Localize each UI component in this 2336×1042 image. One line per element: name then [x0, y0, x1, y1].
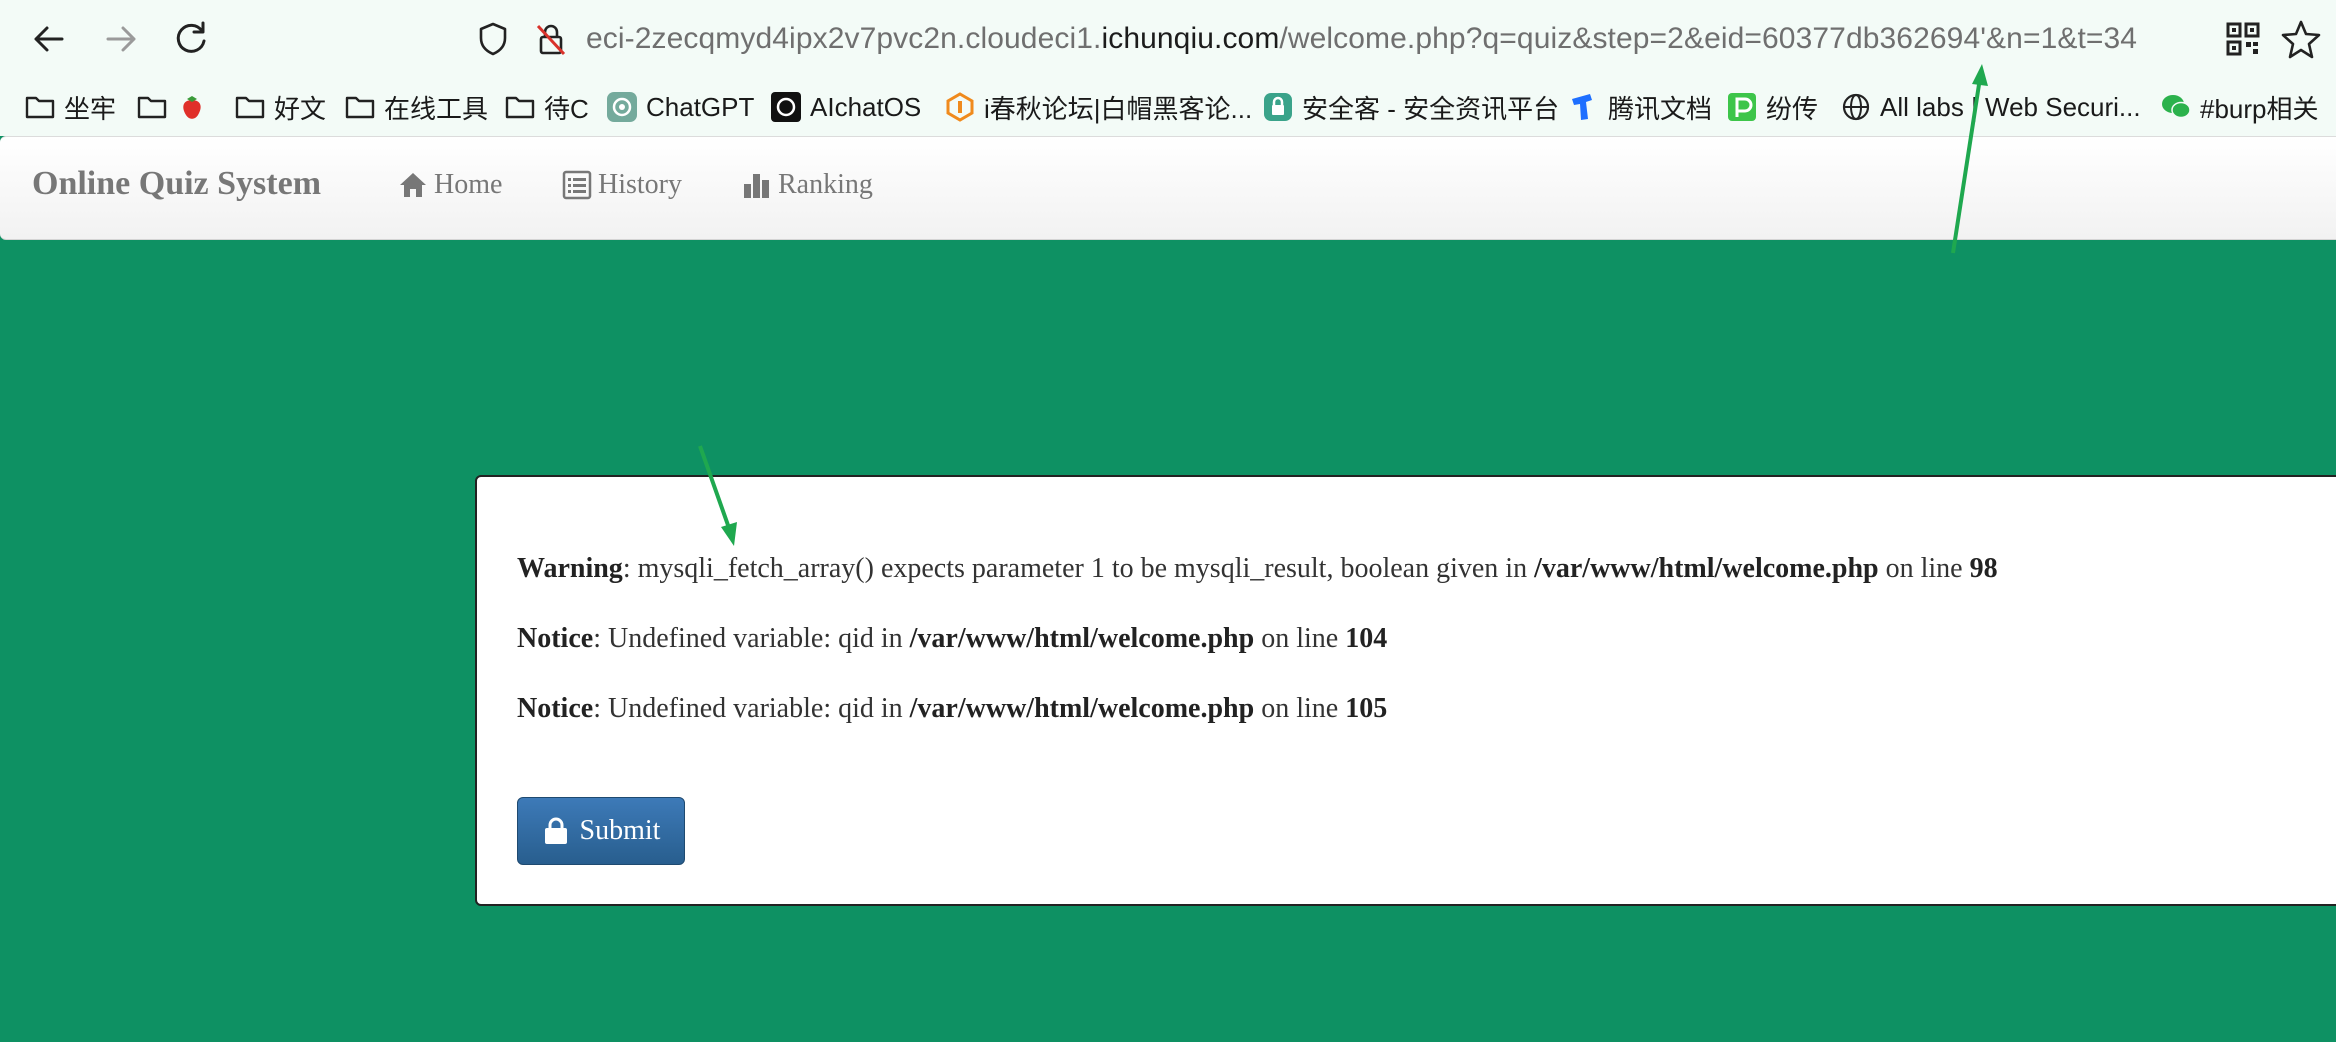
- message-line-number: 104: [1345, 623, 1388, 654]
- url-domain: ichunqiu.com: [1101, 22, 1280, 55]
- bookmarks-bar: 坐牢 好文 在线工具 待C ChatGPT AIchatOS i春秋论坛|白帽黑…: [0, 78, 2336, 136]
- bookmark-label: 在线工具: [384, 93, 489, 124]
- message-text: : mysqli_fetch_array() expects parameter…: [622, 553, 1535, 584]
- bookmark-label: 纷传: [1766, 93, 1819, 124]
- forward-button[interactable]: [96, 14, 146, 64]
- bookmark-label: ChatGPT: [646, 91, 755, 122]
- strawberry-icon: [176, 91, 208, 123]
- back-button[interactable]: [24, 14, 74, 64]
- message-on-line: on line: [1254, 693, 1346, 724]
- site-brand[interactable]: Online Quiz System: [32, 165, 321, 203]
- bookmark-anquanke[interactable]: 安全客 - 安全资讯平台: [1262, 86, 1559, 128]
- message-file: /var/www/html/welcome.php: [909, 623, 1255, 654]
- url-prefix: eci-2zecqmyd4ipx2v7pvc2n.cloudeci1.: [586, 22, 1102, 55]
- qr-code-icon[interactable]: [2226, 22, 2260, 56]
- insecure-lock-icon[interactable]: [532, 20, 570, 58]
- php-warning-message: Warning: mysqli_fetch_array() expects pa…: [517, 553, 1998, 585]
- bookmark-folder-haowen[interactable]: 好文: [234, 86, 326, 128]
- bookmark-folder-online-tools[interactable]: 在线工具: [344, 86, 488, 128]
- message-line-number: 98: [1969, 553, 1998, 584]
- home-icon: [400, 173, 426, 197]
- message-level: Notice: [517, 693, 594, 724]
- aichatos-icon: [770, 91, 802, 123]
- nav-ranking-link[interactable]: Ranking: [742, 169, 873, 201]
- bookmark-portswigger-labs[interactable]: All labs | Web Securi...: [1840, 86, 2141, 128]
- lock-icon: [544, 817, 567, 844]
- message-text: : Undefined variable: qid in: [593, 693, 910, 724]
- bookmark-folder-zuolao[interactable]: 坐牢: [24, 86, 116, 128]
- message-text: : Undefined variable: qid in: [593, 623, 910, 654]
- site-navbar: Online Quiz System Home History Ranking: [0, 136, 2336, 240]
- bookmark-folder-strawberry[interactable]: [136, 86, 216, 128]
- folder-icon: [24, 91, 56, 123]
- folder-icon: [504, 91, 536, 123]
- quiz-panel: Warning: mysqli_fetch_array() expects pa…: [475, 475, 2336, 906]
- bookmark-label: 安全客 - 安全资讯平台: [1302, 93, 1560, 124]
- php-notice-message: Notice: Undefined variable: qid in /var/…: [517, 623, 1387, 655]
- url-text[interactable]: eci-2zecqmyd4ipx2v7pvc2n.cloudeci1.ichun…: [586, 19, 2137, 59]
- bookmark-label: 好文: [274, 93, 327, 124]
- shield-icon[interactable]: [474, 20, 512, 58]
- message-line-number: 105: [1345, 693, 1388, 724]
- arrow-right-icon: [106, 26, 136, 52]
- bookmark-label: 腾讯文档: [1608, 93, 1713, 124]
- message-level: Notice: [517, 623, 594, 654]
- bookmark-tencent-docs[interactable]: 腾讯文档: [1568, 86, 1712, 128]
- fenchuan-icon: [1726, 91, 1758, 123]
- nav-home-link[interactable]: Home: [398, 169, 502, 201]
- globe-icon: [1840, 91, 1872, 123]
- php-notice-message: Notice: Undefined variable: qid in /var/…: [517, 693, 1387, 725]
- bookmark-label: All labs | Web Securi...: [1880, 91, 2141, 122]
- wechat-icon: [2160, 91, 2192, 123]
- reload-button[interactable]: [166, 14, 216, 64]
- list-icon: [562, 170, 592, 200]
- submit-button[interactable]: Submit: [517, 797, 685, 865]
- bookmark-label: #burp相关: [2200, 93, 2319, 124]
- folder-icon: [344, 91, 376, 123]
- bookmark-chatgpt[interactable]: ChatGPT: [606, 86, 754, 128]
- arrow-left-icon: [34, 26, 64, 52]
- url-path: /welcome.php?q=quiz&step=2&eid=60377db36…: [1279, 22, 2138, 55]
- nav-ranking-label: Ranking: [778, 169, 873, 200]
- nav-history-label: History: [598, 169, 682, 200]
- folder-icon: [136, 91, 168, 123]
- bookmark-burp[interactable]: #burp相关: [2160, 86, 2319, 128]
- bookmark-fenchuan[interactable]: 纷传: [1726, 86, 1818, 128]
- bookmark-label: i春秋论坛|白帽黑客论...: [984, 93, 1253, 124]
- ichunqiu-icon: [944, 91, 976, 123]
- browser-toolbar: eci-2zecqmyd4ipx2v7pvc2n.cloudeci1.ichun…: [0, 0, 2336, 78]
- chatgpt-icon: [606, 91, 638, 123]
- bookmark-label: AIchatOS: [810, 91, 922, 122]
- message-file: /var/www/html/welcome.php: [1534, 553, 1879, 584]
- message-on-line: on line: [1878, 553, 1970, 584]
- nav-history-link[interactable]: History: [562, 169, 682, 201]
- bookmark-folder-daic[interactable]: 待C: [504, 86, 589, 128]
- bookmark-label: 待C: [544, 93, 589, 124]
- reload-icon: [176, 21, 206, 53]
- bar-chart-icon: [744, 174, 769, 198]
- submit-label: Submit: [579, 815, 661, 846]
- bookmark-ichunqiu[interactable]: i春秋论坛|白帽黑客论...: [944, 86, 1252, 128]
- message-level: Warning: [517, 553, 623, 584]
- message-on-line: on line: [1254, 623, 1346, 654]
- anquanke-icon: [1262, 91, 1294, 123]
- message-file: /var/www/html/welcome.php: [909, 693, 1255, 724]
- nav-home-label: Home: [434, 169, 503, 200]
- bookmark-aichatos[interactable]: AIchatOS: [770, 86, 921, 128]
- tencent-docs-icon: [1568, 91, 1600, 123]
- favorite-star-icon[interactable]: [2280, 18, 2322, 60]
- folder-icon: [234, 91, 266, 123]
- bookmark-label: 坐牢: [64, 93, 117, 124]
